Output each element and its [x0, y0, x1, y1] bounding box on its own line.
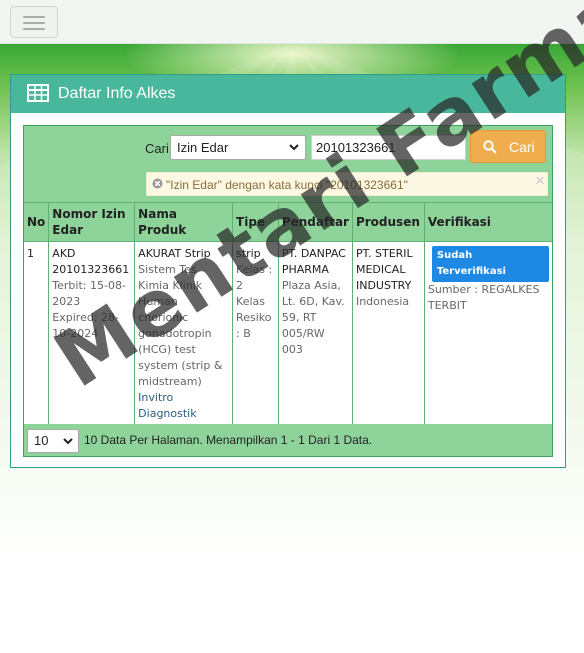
cell-nomor-izin: AKD 20101323661 Terbit: 15-08-2023 Expir…: [48, 241, 135, 426]
info-alkes-panel: Daftar Info Alkes Cari Izin Edar 2010132…: [10, 74, 566, 468]
tipe-value: strip: [236, 247, 261, 260]
active-filter: "Izin Edar" dengan kata kunci "201013236…: [146, 171, 548, 196]
pendaftar-name: PT. DANPAC PHARMA: [281, 247, 346, 276]
product-category-link[interactable]: Invitro Diagnostik: [138, 390, 229, 422]
product-description: Sistem Tes Kimia Klinik Human chorionic …: [138, 263, 223, 388]
search-input-value: 20101323661: [316, 140, 396, 155]
col-header-nama-produk[interactable]: Nama Produk: [134, 202, 233, 242]
chevron-down-icon: [63, 438, 73, 445]
table-icon: [27, 84, 49, 102]
alkes-table: No Nomor Izin Edar Nama Produk Tipe Pend…: [24, 202, 552, 426]
table-header-row: No Nomor Izin Edar Nama Produk Tipe Pend…: [24, 202, 552, 242]
cell-no: 1: [24, 241, 49, 426]
table-footer: 10 10 Data Per Halaman. Menampilkan 1 - …: [24, 424, 552, 456]
col-header-tipe[interactable]: Tipe: [232, 202, 279, 242]
menu-toggle-button[interactable]: [10, 6, 58, 38]
nomor-izin-value: AKD 20101323661: [52, 247, 130, 276]
hamburger-icon: [23, 22, 45, 24]
pendaftar-address: Plaza Asia, Lt. 6D, Kav. 59, RT 005/RW 0…: [281, 279, 345, 356]
panel-header: Daftar Info Alkes: [11, 75, 565, 113]
verification-source: Sumber : REGALKES TERBIT: [427, 283, 540, 312]
table-container: Cari Izin Edar 20101323661 Cari "Izin Ed…: [23, 125, 553, 457]
search-input[interactable]: 20101323661: [311, 135, 466, 160]
cell-verifikasi: Sudah Terverifikasi Sumber : REGALKES TE…: [423, 241, 552, 426]
produsen-name: PT. STERIL MEDICAL INDUSTRY: [355, 247, 413, 292]
col-header-pendaftar[interactable]: Pendaftar: [277, 202, 353, 242]
cell-produsen: PT. STERIL MEDICAL INDUSTRY Indonesia: [351, 241, 425, 426]
search-label: Cari: [145, 141, 169, 156]
expired-date: Expired: 28-10-2024: [52, 311, 119, 340]
table-row: 1 AKD 20101323661 Terbit: 15-08-2023 Exp…: [24, 241, 552, 426]
col-header-produsen[interactable]: Produsen: [351, 202, 425, 242]
remove-filter-icon[interactable]: [152, 178, 163, 189]
kelas-resiko-value: Kelas Resiko : B: [236, 295, 272, 340]
per-page-value: 10: [34, 433, 49, 448]
cell-tipe: strip Kelas : 2 Kelas Resiko : B: [232, 241, 279, 426]
filter-text: "Izin Edar" dengan kata kunci "201013236…: [166, 178, 408, 192]
col-header-no[interactable]: No: [24, 202, 49, 242]
pagination-summary: 10 Data Per Halaman. Menampilkan 1 - 1 D…: [84, 433, 373, 447]
search-bar: Cari Izin Edar 20101323661 Cari "Izin Ed…: [24, 126, 552, 202]
top-navbar: [0, 0, 584, 44]
close-icon[interactable]: ×: [535, 171, 545, 191]
product-name: AKURAT Strip: [138, 247, 211, 260]
terbit-date: Terbit: 15-08-2023: [52, 279, 126, 308]
col-header-verifikasi[interactable]: Verifikasi: [423, 202, 552, 242]
search-field-select[interactable]: Izin Edar: [170, 135, 306, 160]
cell-nama-produk: AKURAT Strip Sistem Tes Kimia Klinik Hum…: [134, 241, 233, 426]
col-header-nomor-izin[interactable]: Nomor Izin Edar: [48, 202, 135, 242]
status-badge: Sudah Terverifikasi: [431, 246, 549, 282]
chevron-down-icon: [289, 144, 299, 151]
produsen-country: Indonesia: [355, 295, 410, 308]
search-icon: [483, 140, 497, 154]
per-page-select[interactable]: 10: [27, 429, 79, 453]
search-button[interactable]: Cari: [470, 130, 546, 163]
search-field-value: Izin Edar: [177, 140, 229, 155]
kelas-value: Kelas : 2: [236, 263, 273, 292]
search-button-label: Cari: [509, 139, 535, 155]
hamburger-icon: [23, 16, 45, 18]
hamburger-icon: [23, 28, 45, 30]
panel-title: Daftar Info Alkes: [58, 85, 176, 102]
cell-pendaftar: PT. DANPAC PHARMA Plaza Asia, Lt. 6D, Ka…: [277, 241, 353, 426]
